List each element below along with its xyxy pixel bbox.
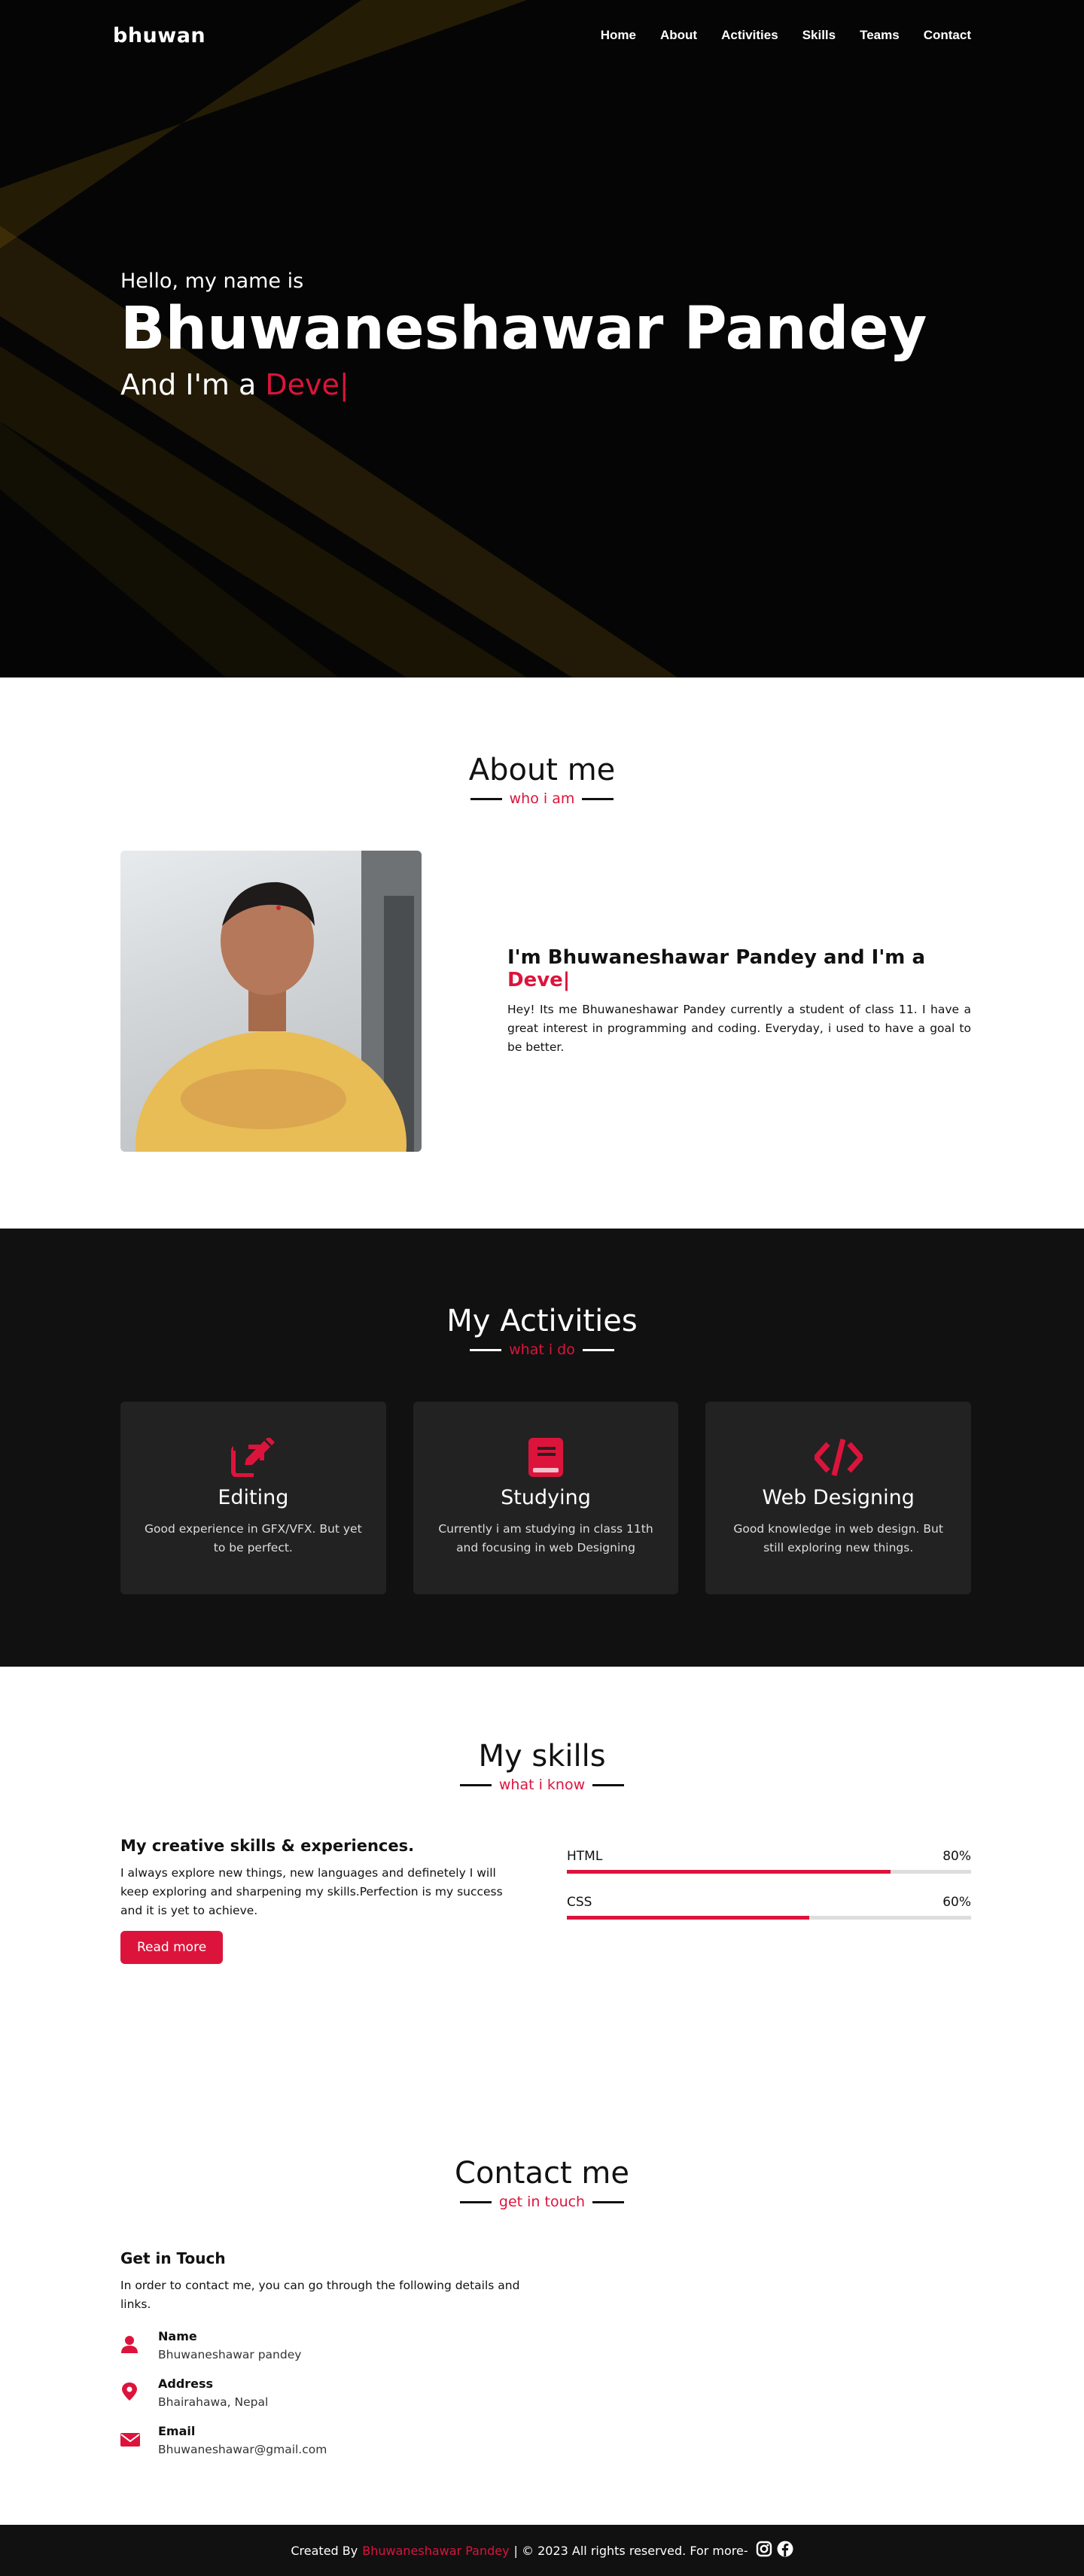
divider-line [470,1348,502,1351]
activity-card-studying[interactable]: Studying Currently i am studying in clas… [413,1402,679,1594]
hero-greeting: Hello, my name is [120,269,304,293]
divider-line [582,1348,614,1351]
contact-section: Contact me get in touch Get in Touch In … [0,2088,1084,2525]
about-heading-prefix: I'm Bhuwaneshawar Pandey and I'm a [507,945,925,969]
activity-text: Good experience in GFX/VFX. But yet to b… [145,1522,362,1554]
about-subtitle: who i am [509,790,575,807]
skills-title: My skills [478,1739,606,1774]
activity-title: Editing [218,1486,289,1509]
skill-track [567,1870,971,1874]
read-more-button[interactable]: Read more [120,1931,224,1964]
hero-role-prefix: And I'm a [120,367,257,401]
about-heading: I'm Bhuwaneshawar Pandey and I'm a Deve| [507,946,971,991]
nav-about[interactable]: About [660,28,697,43]
facebook-icon[interactable] [777,2541,793,2560]
skill-percent: 80% [942,1849,971,1864]
footer: Created By Bhuwaneshawar Pandey | © 2023… [0,2525,1084,2576]
hero-section: Hello, my name is Bhuwaneshawar Pandey A… [0,0,1084,677]
contact-intro: In order to contact me, you can go throu… [120,2279,520,2311]
skill-bar-css: CSS 60% [567,1895,971,1920]
contact-value: Bhuwaneshawar pandey [158,2348,302,2361]
nav-contact[interactable]: Contact [924,28,971,43]
profile-photo [120,851,422,1152]
contact-item-name: Name Bhuwaneshawar pandey [120,2329,534,2361]
hero-name: Bhuwaneshawar Pandey [120,295,927,363]
book-icon [413,1438,679,1480]
navbar: bhuwan Home About Activities Skills Team… [0,0,1084,71]
skill-track [567,1916,971,1920]
contact-item-email: Email Bhuwaneshawar@gmail.com [120,2424,534,2456]
envelope-icon [120,2430,140,2448]
divider-line [470,797,502,800]
hero-role: And I'm a Deve| [120,368,971,401]
divider-line [459,2200,492,2203]
footer-rights: | © 2023 All rights reserved. For more- [513,2543,748,2558]
about-section: About me who i am I'm Bhuwaneshawar Pand… [0,677,1084,1229]
activity-text: Good knowledge in web design. But still … [733,1522,943,1554]
divider-line [592,1783,625,1786]
skill-fill [567,1870,891,1874]
skill-bar-html: HTML 80% [567,1849,971,1874]
activity-title: Studying [501,1486,591,1509]
logo[interactable]: bhuwan [113,24,206,47]
activity-card-web-designing[interactable]: Web Designing Good knowledge in web desi… [705,1402,972,1594]
skill-fill [567,1916,810,1920]
contact-heading: Get in Touch [120,2249,226,2267]
contact-item-address: Address Bhairahawa, Nepal [120,2377,534,2409]
activity-card-editing[interactable]: Editing Good experience in GFX/VFX. But … [120,1402,386,1594]
hero-role-typed: Deve| [265,367,349,401]
code-icon [705,1438,971,1480]
contact-value: Bhairahawa, Nepal [158,2395,269,2409]
divider-line [459,1783,492,1786]
nav-activities[interactable]: Activities [721,28,778,43]
edit-icon [120,1438,386,1480]
contact-label: Name [158,2329,197,2343]
about-description: Hey! Its me Bhuwaneshawar Pandey current… [507,1002,971,1054]
skills-heading: My creative skills & experiences. [120,1837,415,1855]
nav-teams[interactable]: Teams [860,28,900,43]
contact-label: Address [158,2377,214,2391]
activities-section: My Activities what i do Editing Good exp… [0,1229,1084,1667]
skill-name: CSS [567,1895,592,1910]
skill-percent: 60% [942,1895,971,1910]
divider-line [592,2200,625,2203]
user-icon [120,2335,139,2353]
nav-menu: Home About Activities Skills Teams Conta… [601,28,971,43]
contact-subtitle-row: get in touch [113,2194,971,2210]
skill-name: HTML [567,1849,603,1864]
skills-subtitle: what i know [498,1777,586,1793]
nav-home[interactable]: Home [601,28,636,43]
skills-description: I always explore new things, new languag… [120,1866,503,1917]
about-title: About me [468,753,616,787]
contact-subtitle: get in touch [498,2194,586,2210]
skills-section: My skills what i know My creative skills… [0,1667,1084,2088]
activities-subtitle-row: what i do [113,1341,971,1358]
divider-line [582,797,614,800]
activities-title: My Activities [446,1304,638,1338]
about-heading-typed: Deve| [507,968,571,991]
contact-value: Bhuwaneshawar@gmail.com [158,2443,327,2456]
activity-title: Web Designing [762,1486,915,1509]
skills-subtitle-row: what i know [113,1777,971,1793]
about-subtitle-row: who i am [113,790,971,807]
instagram-icon[interactable] [756,2541,772,2560]
contact-title: Contact me [455,2156,629,2191]
footer-author-link[interactable]: Bhuwaneshawar Pandey [362,2544,509,2558]
nav-skills[interactable]: Skills [802,28,836,43]
activities-subtitle: what i do [509,1341,575,1358]
activity-text: Currently i am studying in class 11th an… [438,1522,653,1554]
map-marker-icon [120,2383,139,2401]
contact-label: Email [158,2424,196,2438]
footer-created-by: Created By [291,2543,358,2558]
